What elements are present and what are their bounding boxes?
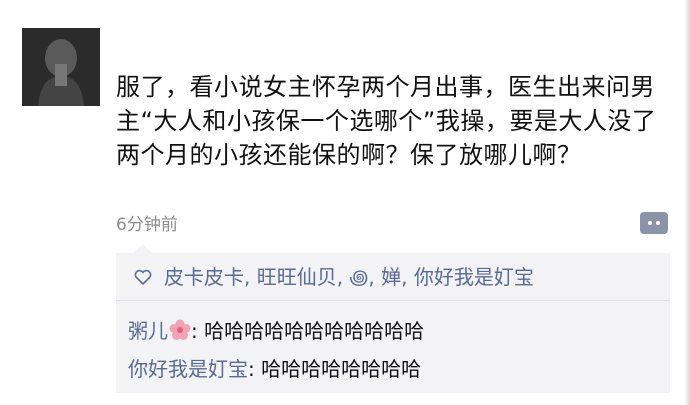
comment-item[interactable]: 你好我是奵宝: 哈哈哈哈哈哈哈哈 <box>128 353 421 382</box>
comment-separator: : <box>191 319 205 343</box>
comment-text: 哈哈哈哈哈哈哈哈 <box>261 357 422 381</box>
post-time: 6分钟前 <box>116 215 178 235</box>
comment-text: 哈哈哈哈哈哈哈哈哈哈哈 <box>204 319 425 343</box>
avatar[interactable] <box>22 28 100 106</box>
comment-author[interactable]: 粥儿 <box>128 319 168 343</box>
post-text: 服了，看小说女主怀孕两个月出事，医生出来问男主“大人和小孩保一个选哪个”我操，要… <box>116 73 657 169</box>
likes-row: 皮卡皮卡, 旺旺仙贝, ꩜, 婵, 你好我是奵宝 <box>116 253 670 301</box>
comment-item[interactable]: 粥儿: 哈哈哈哈哈哈哈哈哈哈哈 <box>128 315 424 346</box>
comment-author[interactable]: 你好我是奵宝 <box>128 357 248 381</box>
comment-dots-icon <box>648 221 652 225</box>
flower-emoji-icon <box>169 319 191 346</box>
heart-icon <box>134 269 152 285</box>
likes-names[interactable]: 皮卡皮卡, 旺旺仙贝, ꩜, 婵, 你好我是奵宝 <box>164 261 534 292</box>
page-edge-shadow <box>684 0 690 405</box>
comment-separator: : <box>248 357 262 381</box>
interaction-panel: 皮卡皮卡, 旺旺仙贝, ꩜, 婵, 你好我是奵宝 粥儿: 哈哈哈哈哈哈哈哈哈哈哈… <box>116 244 670 393</box>
avatar-image <box>22 28 100 106</box>
comment-button[interactable] <box>640 212 668 234</box>
